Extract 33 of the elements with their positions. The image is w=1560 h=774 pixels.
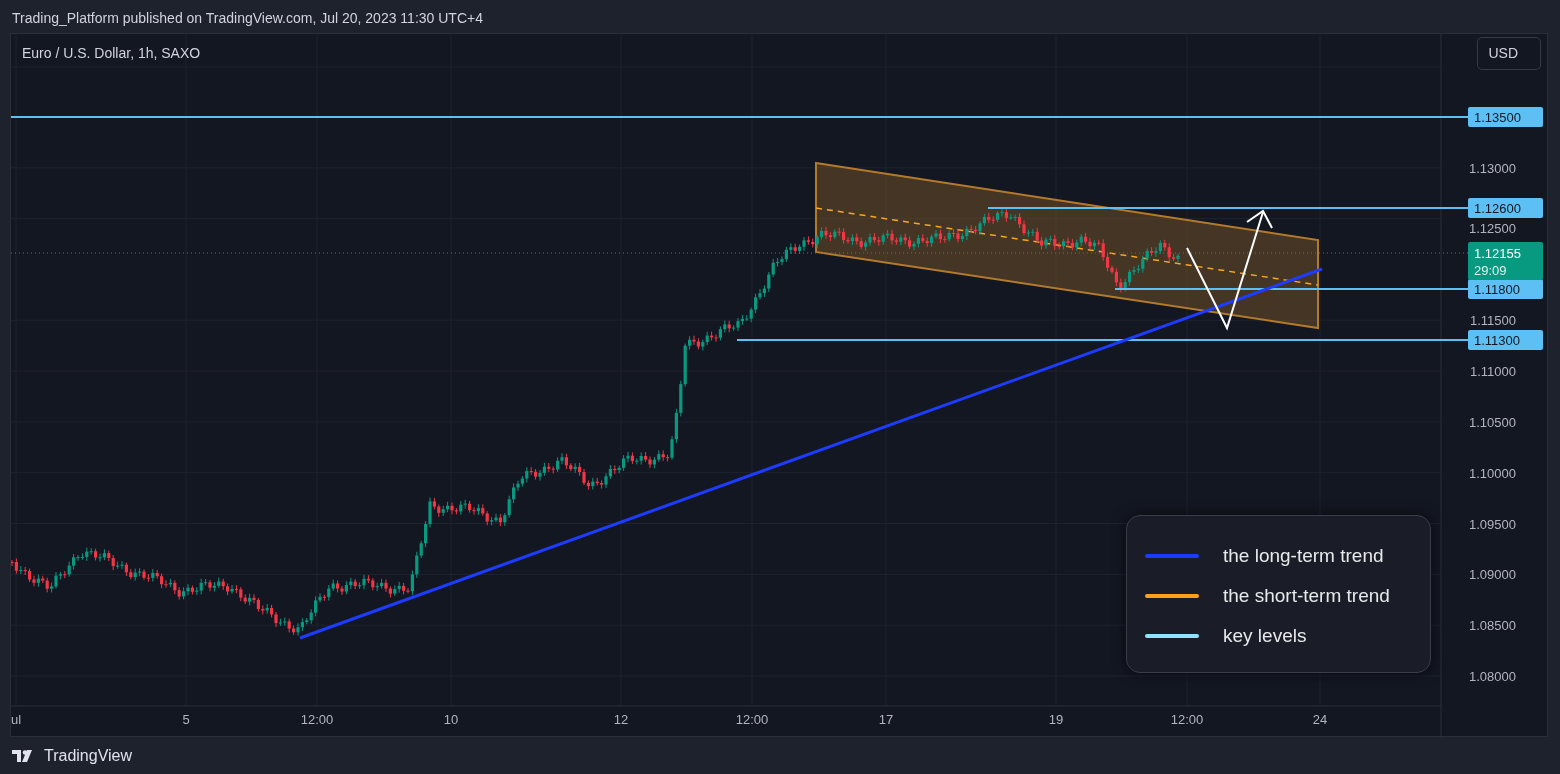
time-axis-label: 19 <box>1048 712 1064 727</box>
time-axis-label: 12:00 <box>735 712 769 727</box>
price-axis-label: 1.08500 <box>1469 618 1516 634</box>
time-axis-label: 12 <box>613 712 629 727</box>
legend-label: the long-term trend <box>1223 543 1384 568</box>
time-axis-label: 12:00 <box>1170 712 1204 727</box>
current-price-text: 1.12155 <box>1474 246 1521 261</box>
time-axis-label: 10 <box>443 712 459 727</box>
price-axis-label: 1.12500 <box>1469 220 1516 236</box>
legend-label: the short-term trend <box>1223 583 1390 608</box>
price-axis-label: 1.11500 <box>1469 313 1516 329</box>
brand-text: TradingView <box>44 745 133 766</box>
price-axis-label: 1.09000 <box>1469 567 1516 583</box>
legend-label: key levels <box>1223 623 1307 648</box>
time-axis-label: ul <box>11 712 22 727</box>
price-axis-label: 1.09500 <box>1469 516 1516 532</box>
price-axis-label: 1.10500 <box>1469 414 1516 430</box>
price-tag: 1.11800 <box>1468 279 1543 299</box>
price-axis-label: 1.10000 <box>1469 465 1516 481</box>
price-tag: 1.12600 <box>1468 198 1543 218</box>
time-axis-label: 17 <box>878 712 894 727</box>
time-axis-label: 12:00 <box>300 712 334 727</box>
publish-info-text: Trading_Platform published on TradingView.com, Jul 20, 2023 11:30 UTC+4 <box>12 10 483 26</box>
price-axis-label: 1.11000 <box>1469 364 1516 380</box>
symbol-title: Euro / U.S. Dollar, 1h, SAXO <box>22 44 201 63</box>
time-axis-label: 5 <box>182 712 190 727</box>
countdown-text: 29:09 <box>1474 263 1507 278</box>
time-axis-label: 24 <box>1312 712 1328 727</box>
price-tag: 1.13500 <box>1468 107 1543 127</box>
price-axis-label: 1.08000 <box>1469 669 1516 684</box>
price-tag: 1.11300 <box>1468 330 1543 350</box>
currency-button[interactable]: USD <box>1477 37 1541 70</box>
price-axis-label: 1.13000 <box>1469 160 1516 176</box>
